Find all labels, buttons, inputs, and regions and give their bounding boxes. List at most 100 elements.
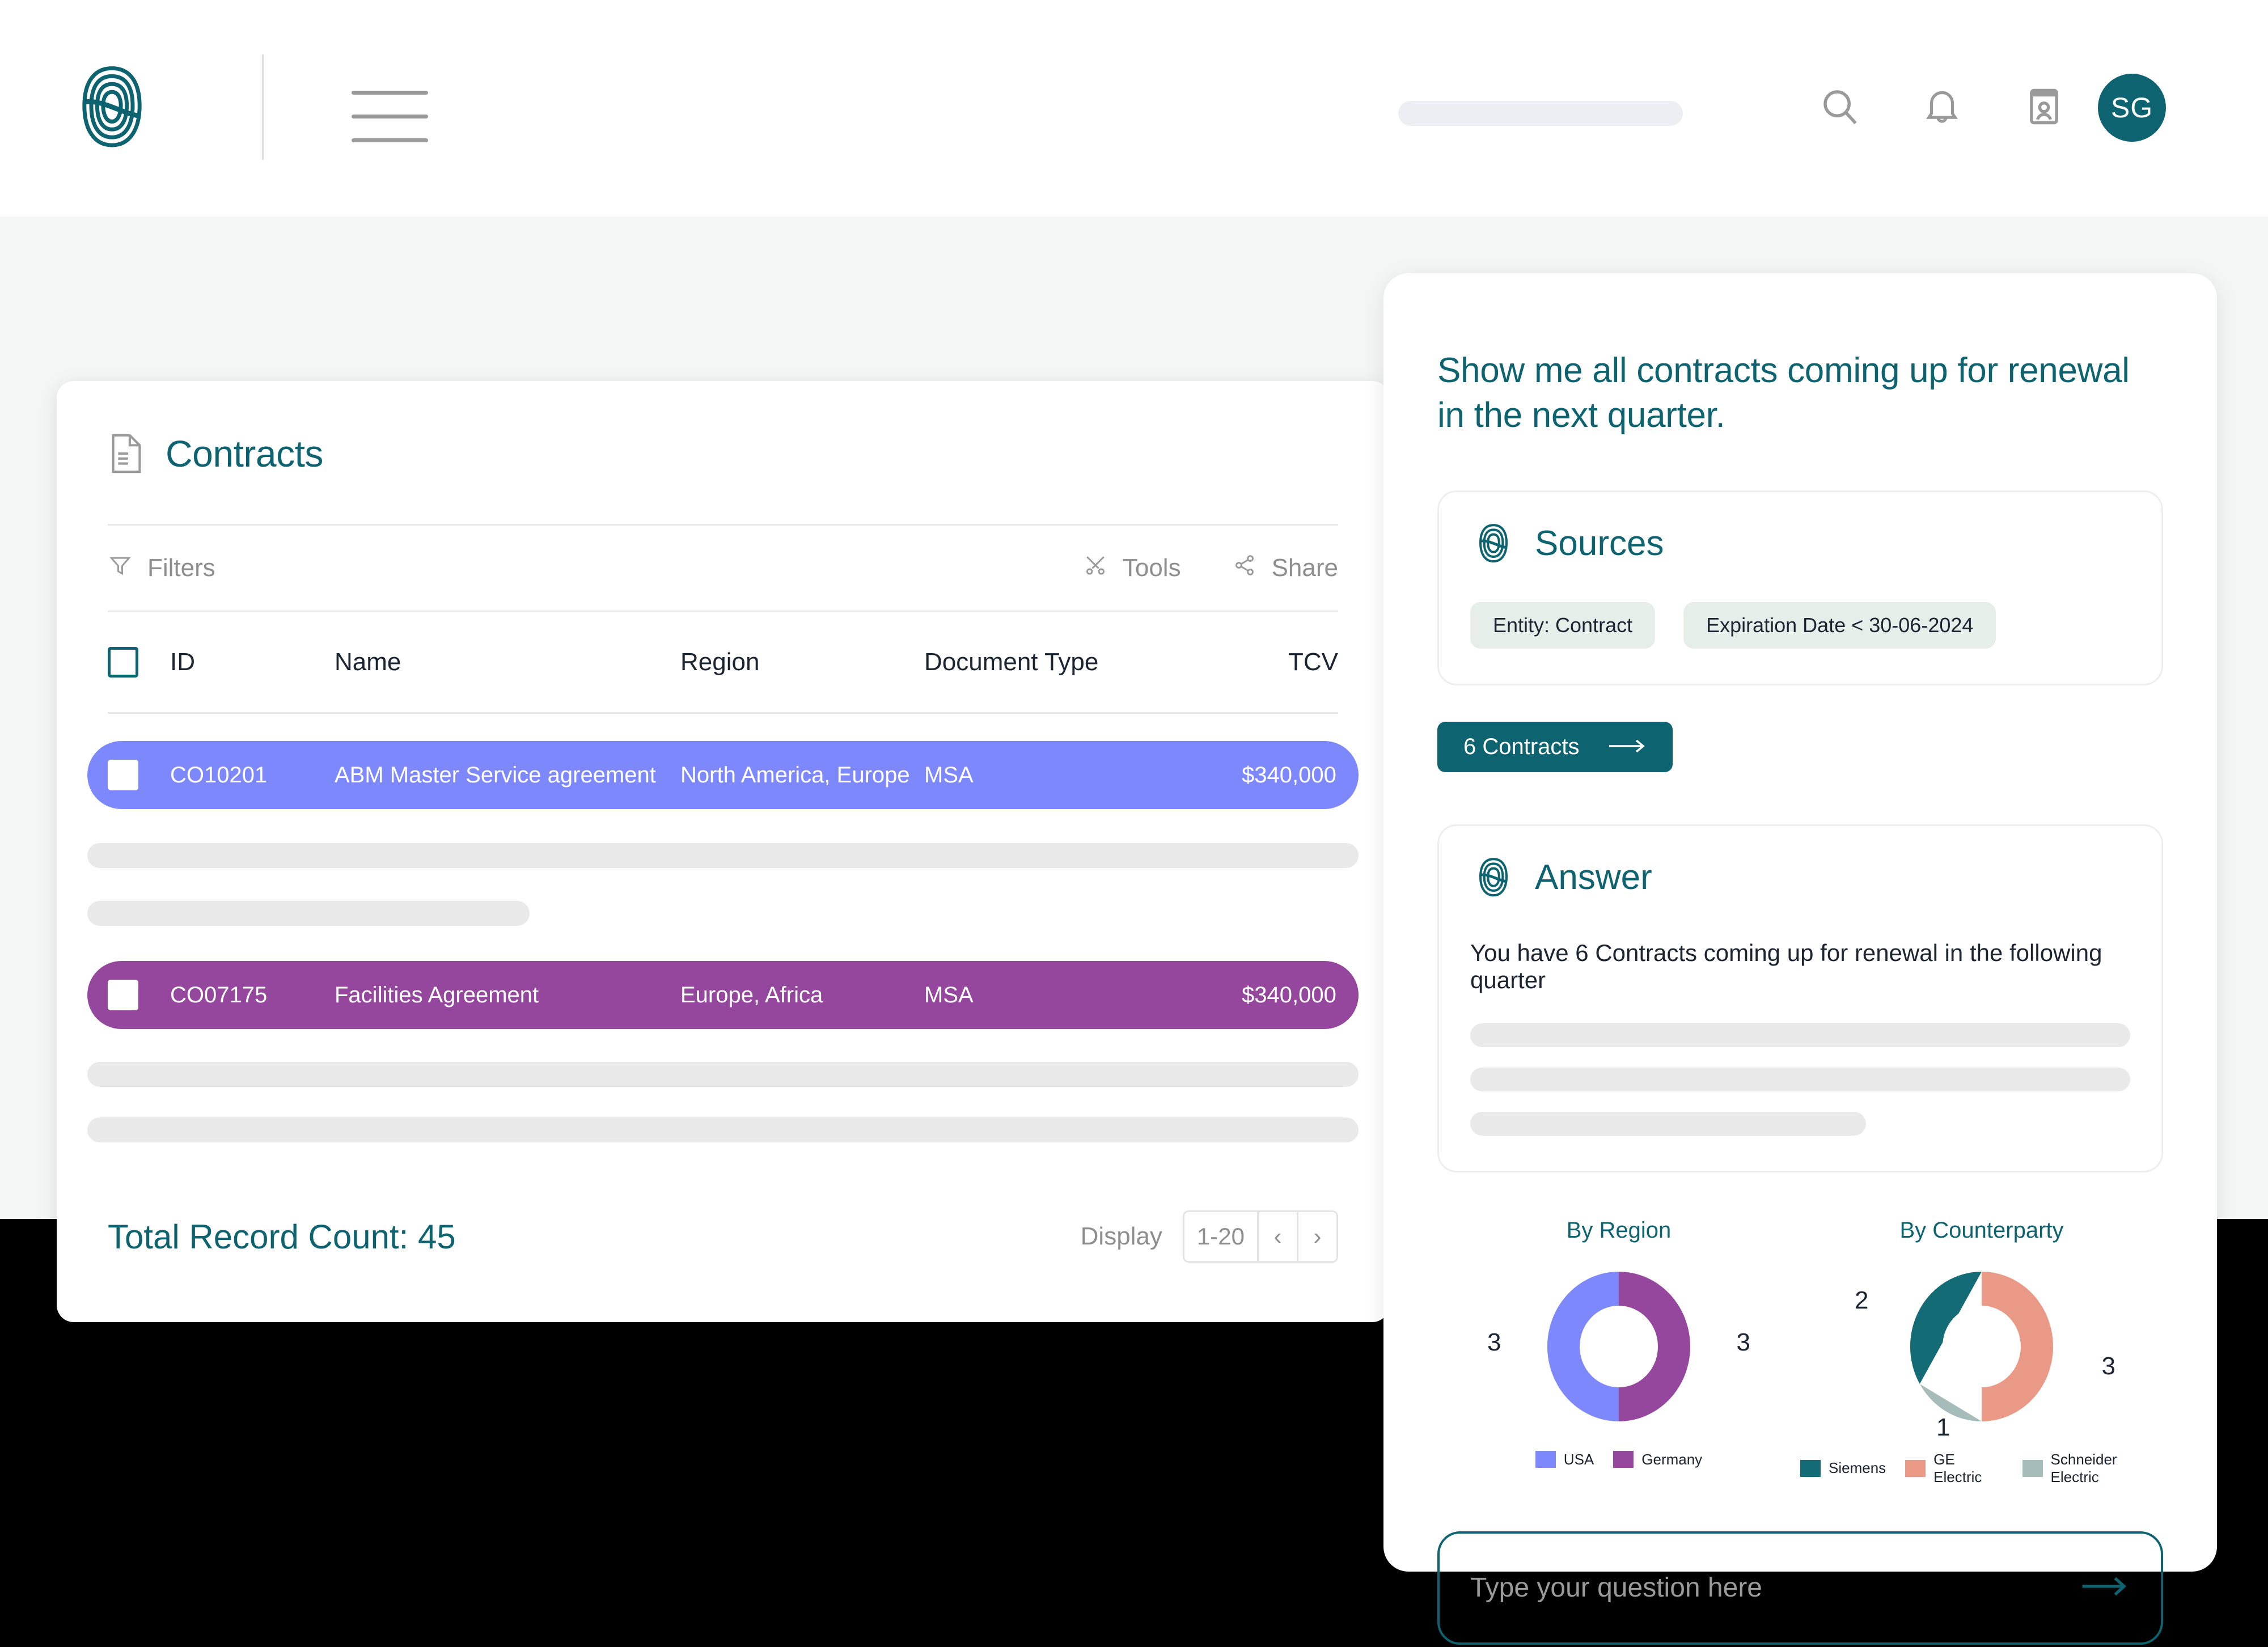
- wrench-screwdriver-icon: [1083, 553, 1108, 584]
- table-row[interactable]: CO07175 Facilities Agreement Europe, Afr…: [87, 961, 1359, 1029]
- tools-label: Tools: [1122, 554, 1181, 582]
- table-header-row: ID Name Region Document Type TCV: [108, 612, 1338, 712]
- contracts-footer: Total Record Count: 45 Display 1-20 ‹ ›: [108, 1210, 1338, 1263]
- legend-item: Siemens: [1800, 1459, 1886, 1477]
- user-avatar[interactable]: SG: [2098, 74, 2166, 142]
- submit-question-button[interactable]: [2079, 1574, 2130, 1601]
- donut-value-usa: 3: [1487, 1328, 1501, 1356]
- view-contracts-button[interactable]: 6 Contracts: [1437, 721, 1673, 772]
- chart-legend: USA Germany: [1535, 1451, 1702, 1468]
- column-header-region[interactable]: Region: [680, 648, 924, 676]
- arrow-right-icon: [1608, 734, 1647, 760]
- cell-tcv: $340,000: [1242, 762, 1336, 787]
- donut-value-schneider-electric: 1: [1936, 1413, 1950, 1441]
- filters-button[interactable]: Filters: [108, 553, 215, 584]
- legend-item: Schneider Electric: [2022, 1451, 2163, 1486]
- contracts-toolbar: Filters Tools Share: [108, 526, 1338, 611]
- total-record-count: Total Record Count: 45: [108, 1217, 456, 1256]
- legend-item: Germany: [1613, 1451, 1702, 1468]
- charts-row: By Region 3 3 USA Germany By Counterpart…: [1437, 1218, 2163, 1486]
- column-header-document-type[interactable]: Document Type: [924, 648, 1242, 676]
- answer-card: Answer You have 6 Contracts coming up fo…: [1437, 824, 2163, 1172]
- cell-name: ABM Master Service agreement: [335, 762, 656, 787]
- share-nodes-icon: [1232, 553, 1257, 584]
- pagination: Display 1-20 ‹ ›: [1081, 1210, 1338, 1263]
- tools-button[interactable]: Tools: [1083, 553, 1181, 584]
- row-placeholder: [87, 843, 1359, 868]
- pagination-label: Display: [1080, 1222, 1162, 1250]
- legend-swatch: [1613, 1451, 1634, 1468]
- cell-id: CO10201: [170, 762, 268, 787]
- source-chip-expiration[interactable]: Expiration Date < 30-06-2024: [1683, 602, 1996, 649]
- funnel-icon: [108, 553, 133, 584]
- donut-value-siemens: 2: [1855, 1286, 1869, 1314]
- filters-label: Filters: [147, 554, 215, 582]
- view-contracts-label: 6 Contracts: [1463, 734, 1580, 759]
- row-checkbox[interactable]: [87, 980, 170, 1010]
- legend-swatch: [1800, 1459, 1821, 1477]
- chevron-left-icon[interactable]: ‹: [1257, 1212, 1297, 1261]
- cell-document-type: MSA: [924, 762, 974, 787]
- bell-icon[interactable]: [1916, 79, 1967, 133]
- donut-value-ge-electric: 3: [2101, 1352, 2115, 1380]
- answer-placeholders: [1470, 1023, 2130, 1136]
- app-root: SG Contracts Filters Tools Share ID Name…: [0, 0, 2268, 1647]
- legend-label: Siemens: [1829, 1459, 1886, 1477]
- cell-region: Europe, Africa: [680, 982, 823, 1007]
- hamburger-menu-icon[interactable]: [352, 91, 428, 142]
- legend-swatch: [1535, 1451, 1556, 1468]
- sirion-logo-icon: [1470, 854, 1517, 901]
- donut-chart: 3 3: [1487, 1261, 1750, 1432]
- pagination-range: 1-20: [1196, 1223, 1245, 1250]
- page-title: Contracts: [166, 433, 323, 475]
- top-navigation-bar: SG: [0, 0, 2268, 217]
- contracts-card: Contracts Filters Tools Share ID Name Re…: [57, 381, 1389, 1322]
- legend-item: USA: [1535, 1451, 1594, 1468]
- chart-by-region: By Region 3 3 USA Germany: [1437, 1218, 1800, 1486]
- nav-divider: [262, 54, 264, 160]
- answer-title: Answer: [1535, 858, 1652, 897]
- column-header-tcv[interactable]: TCV: [1242, 648, 1338, 676]
- legend-swatch: [1905, 1459, 1926, 1477]
- chart-title: By Counterparty: [1899, 1217, 2064, 1243]
- question-input-box[interactable]: Type your question here: [1437, 1531, 2163, 1645]
- sirion-logo-icon: [1470, 520, 1517, 567]
- legend-label: GE Electric: [1933, 1450, 1982, 1485]
- answer-placeholder-line: [1470, 1067, 2130, 1091]
- column-header-name[interactable]: Name: [335, 648, 680, 676]
- chart-legend: Siemens GE Electric Schneider Electric: [1800, 1451, 2163, 1486]
- avatar-initials: SG: [2110, 92, 2153, 124]
- answer-text: You have 6 Contracts coming up for renew…: [1470, 939, 2102, 993]
- row-checkbox[interactable]: [87, 760, 170, 790]
- source-chip-entity[interactable]: Entity: Contract: [1470, 602, 1656, 649]
- chart-title: By Region: [1566, 1217, 1672, 1243]
- question-input-placeholder: Type your question here: [1470, 1573, 1762, 1603]
- contracts-header: Contracts: [108, 381, 1338, 475]
- cell-id: CO07175: [170, 982, 268, 1007]
- id-card-icon[interactable]: [2019, 79, 2070, 133]
- cell-region: North America, Europe: [680, 762, 910, 787]
- select-all-checkbox[interactable]: [108, 647, 170, 678]
- cell-document-type: MSA: [924, 982, 974, 1007]
- assistant-panel: Show me all contracts coming up for rene…: [1383, 273, 2217, 1645]
- share-button[interactable]: Share: [1232, 553, 1338, 584]
- column-header-id[interactable]: ID: [170, 648, 335, 676]
- row-placeholder: [87, 1117, 1359, 1142]
- answer-placeholder-line: [1470, 1023, 2130, 1047]
- legend-label: USA: [1563, 1450, 1594, 1468]
- table-row[interactable]: CO10201 ABM Master Service agreement Nor…: [87, 741, 1359, 809]
- share-label: Share: [1271, 554, 1338, 582]
- document-icon: [108, 432, 145, 475]
- chevron-right-icon[interactable]: ›: [1297, 1212, 1336, 1261]
- sirion-logo[interactable]: [62, 62, 162, 153]
- sources-card: Sources Entity: Contract Expiration Date…: [1437, 490, 2163, 685]
- user-question: Show me all contracts coming up for rene…: [1437, 351, 2130, 435]
- nav-search-pill[interactable]: [1398, 101, 1683, 126]
- donut-value-germany: 3: [1736, 1328, 1750, 1356]
- legend-label: Germany: [1641, 1450, 1703, 1468]
- cell-name: Facilities Agreement: [335, 982, 539, 1007]
- chart-by-counterparty: By Counterparty 2 3 1 Siemens GE Electri…: [1800, 1218, 2163, 1486]
- search-icon[interactable]: [1814, 79, 1865, 133]
- nav-icon-group: [1814, 79, 2070, 133]
- sources-title: Sources: [1535, 524, 1664, 564]
